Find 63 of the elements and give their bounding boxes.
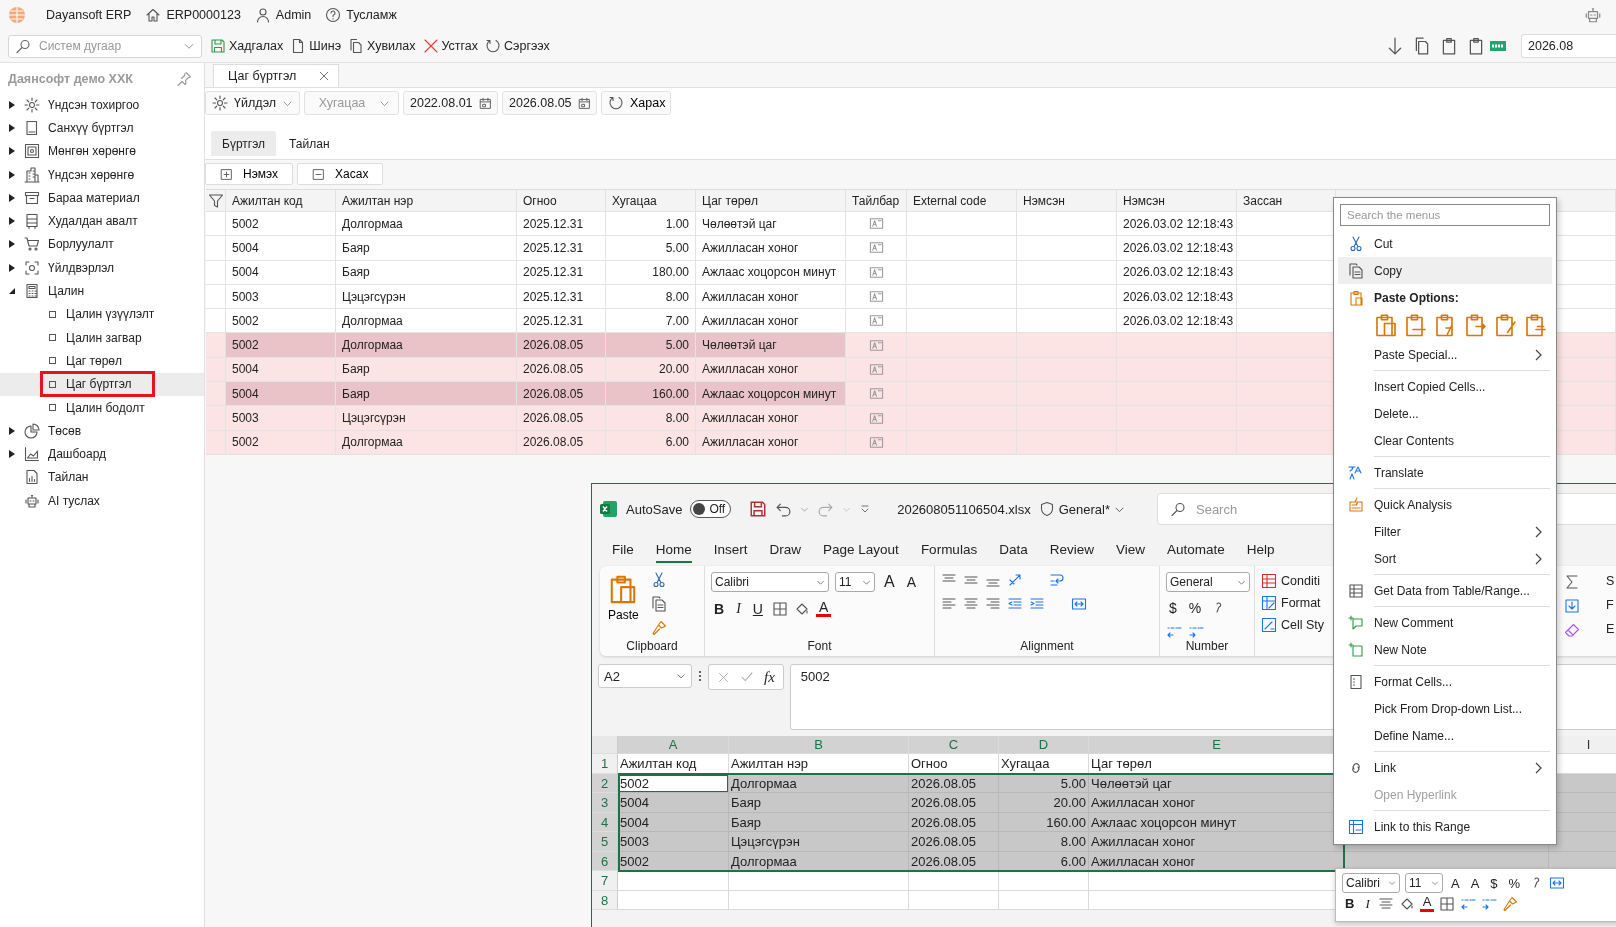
table-cell: 5.00 — [606, 236, 696, 260]
group-label: Number — [1184, 639, 1230, 653]
table-cell: 2025.12.31 — [517, 309, 606, 333]
table-cell: 2025.12.31 — [517, 260, 606, 284]
autosave-label: AutoSave — [626, 501, 683, 517]
table-cell: Ажилласан хоног — [696, 430, 846, 454]
table-cell: 2026.08.05 — [517, 382, 606, 406]
table-cell: Ажилласан хоног — [696, 284, 846, 309]
table-cell: 5002 — [226, 309, 336, 333]
table-cell: Баяр — [336, 357, 517, 382]
table-cell: Баяр — [336, 260, 517, 284]
group-label: Alignment — [1019, 639, 1075, 653]
file-name: 202608051106504.xlsx — [897, 501, 1031, 517]
table-cell: Баяр — [336, 236, 517, 260]
table-cell: 2026.08.05 — [517, 357, 606, 382]
table-cell: 5004 — [226, 236, 336, 260]
table-cell: 2026.08.05 — [517, 333, 606, 357]
company-name: Даянсофт демо ХХК — [8, 72, 133, 86]
table-cell: 2026.03.02 12:18:43 — [1117, 309, 1237, 333]
table-cell: Баяр — [336, 382, 517, 406]
table-cell: 2026.03.02 12:18:43 — [1117, 212, 1237, 236]
table-cell: 2025.12.31 — [517, 212, 606, 236]
table-cell: 5004 — [226, 382, 336, 406]
table-cell: 160.00 — [606, 382, 696, 406]
table-cell: 8.00 — [606, 284, 696, 309]
table-cell: Ажилласан хоног — [696, 236, 846, 260]
table-cell: 5004 — [226, 260, 336, 284]
table-cell: 2025.12.31 — [517, 284, 606, 309]
table-cell: Чөлөөтэй цаг — [696, 212, 846, 236]
table-cell: 2026.03.02 12:18:43 — [1117, 236, 1237, 260]
table-cell: 2026.08.05 — [517, 406, 606, 430]
table-cell: 1.00 — [606, 212, 696, 236]
table-cell: Ажилласан хоног — [696, 406, 846, 430]
table-cell: 5.00 — [606, 333, 696, 357]
table-cell: 5004 — [226, 357, 336, 382]
table-cell: 7.00 — [606, 309, 696, 333]
table-cell: 2025.12.31 — [517, 236, 606, 260]
table-cell: 180.00 — [606, 260, 696, 284]
table-cell: Ажлаас хоцорсон минут — [696, 382, 846, 406]
table-cell: 6.00 — [606, 430, 696, 454]
table-cell: Цэцэгсүрэн — [336, 406, 517, 430]
table-cell: 5003 — [226, 406, 336, 430]
table-cell: 5003 — [226, 284, 336, 309]
table-cell: 2026.03.02 12:18:43 — [1117, 260, 1237, 284]
table-cell: Чөлөөтэй цаг — [696, 333, 846, 357]
table-cell: 2026.03.02 12:18:43 — [1117, 284, 1237, 309]
table-cell: 5002 — [226, 212, 336, 236]
table-cell: Долгормаа — [336, 309, 517, 333]
table-cell: Цэцэгсүрэн — [336, 284, 517, 309]
table-cell: Ажлаас хоцорсон минут — [696, 260, 846, 284]
table-cell: 5002 — [226, 333, 336, 357]
table-cell: 2026.08.05 — [517, 430, 606, 454]
table-cell: Долгормаа — [336, 212, 517, 236]
table-cell: Долгормаа — [336, 333, 517, 357]
table-cell: 20.00 — [606, 357, 696, 382]
table-cell: Ажилласан хоног — [696, 309, 846, 333]
table-cell: Долгормаа — [336, 430, 517, 454]
table-cell: 5002 — [226, 430, 336, 454]
group-label: Font — [806, 639, 833, 653]
table-cell: Ажилласан хоног — [696, 357, 846, 382]
app-name: Dayansoft ERP — [46, 8, 132, 22]
table-cell: 8.00 — [606, 406, 696, 430]
group-label: Clipboard — [625, 639, 679, 653]
